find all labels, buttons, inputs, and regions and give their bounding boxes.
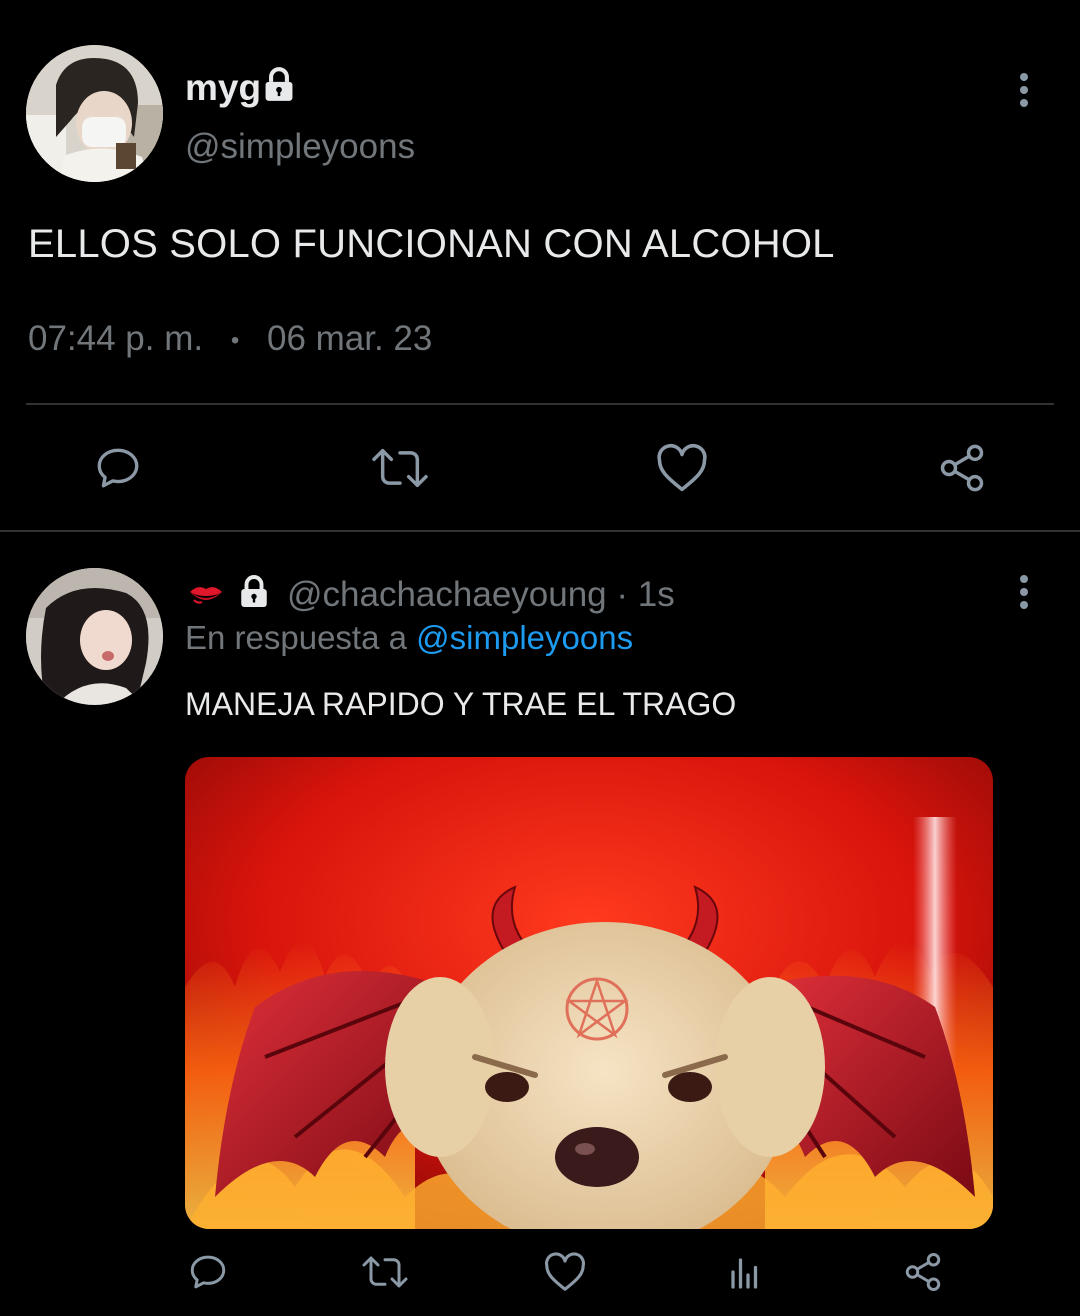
- lock-icon: [260, 66, 300, 106]
- section-divider: [0, 530, 1080, 532]
- reply-reply-button[interactable]: [183, 1245, 233, 1299]
- retweet-icon: [362, 1256, 408, 1288]
- reply-to-prefix: En respuesta a: [185, 619, 407, 656]
- more-icon[interactable]: [1004, 60, 1044, 120]
- reply-avatar-image: [26, 568, 163, 705]
- tweet-time: 07:44 p. m.: [28, 319, 204, 358]
- reply-button[interactable]: [88, 438, 148, 498]
- reply-text: MANEJA RAPIDO Y TRAE EL TRAGO: [185, 686, 737, 722]
- reply-header[interactable]: @chachachaeyoung · 1s: [287, 574, 675, 616]
- reply-icon: [190, 1255, 226, 1289]
- heart-icon: [657, 443, 707, 492]
- reply-share-button[interactable]: [898, 1245, 948, 1299]
- reply-age: · 1s: [616, 575, 675, 614]
- views-button[interactable]: [720, 1245, 770, 1299]
- tweet-date: 06 mar. 23: [266, 319, 433, 358]
- like-button[interactable]: [652, 438, 712, 498]
- reply-retweet-button[interactable]: [358, 1245, 412, 1299]
- reply-to-link[interactable]: @simpleyoons: [416, 619, 633, 656]
- lips-emoji: [186, 574, 226, 614]
- more-icon[interactable]: [1004, 562, 1044, 622]
- devil-puppy-image: [185, 757, 993, 1229]
- meta-separator: •: [230, 326, 240, 354]
- retweet-button[interactable]: [368, 438, 432, 498]
- lock-icon: [236, 574, 276, 614]
- author-avatar-image: [26, 45, 163, 182]
- divider: [26, 403, 1054, 405]
- reply-context: En respuesta a @simpleyoons: [185, 617, 633, 659]
- tweet-media-image[interactable]: [185, 757, 993, 1229]
- author-avatar[interactable]: [26, 45, 163, 182]
- tweet-timestamp[interactable]: 07:44 p. m. • 06 mar. 23: [28, 318, 432, 362]
- reply-author-handle[interactable]: @chachachaeyoung: [287, 575, 607, 614]
- views-icon: [731, 1258, 758, 1289]
- author-display-name[interactable]: myg: [185, 66, 261, 110]
- author-handle[interactable]: @simpleyoons: [185, 126, 415, 168]
- reply-icon: [97, 448, 139, 488]
- heart-icon: [545, 1252, 585, 1291]
- share-icon: [905, 1253, 941, 1291]
- share-icon: [940, 444, 984, 492]
- reply-author-avatar[interactable]: [26, 568, 163, 705]
- retweet-icon: [372, 448, 428, 488]
- reply-like-button[interactable]: [540, 1245, 590, 1299]
- share-button[interactable]: [932, 438, 992, 498]
- tweet-text: ELLOS SOLO FUNCIONAN CON ALCOHOL: [28, 222, 835, 266]
